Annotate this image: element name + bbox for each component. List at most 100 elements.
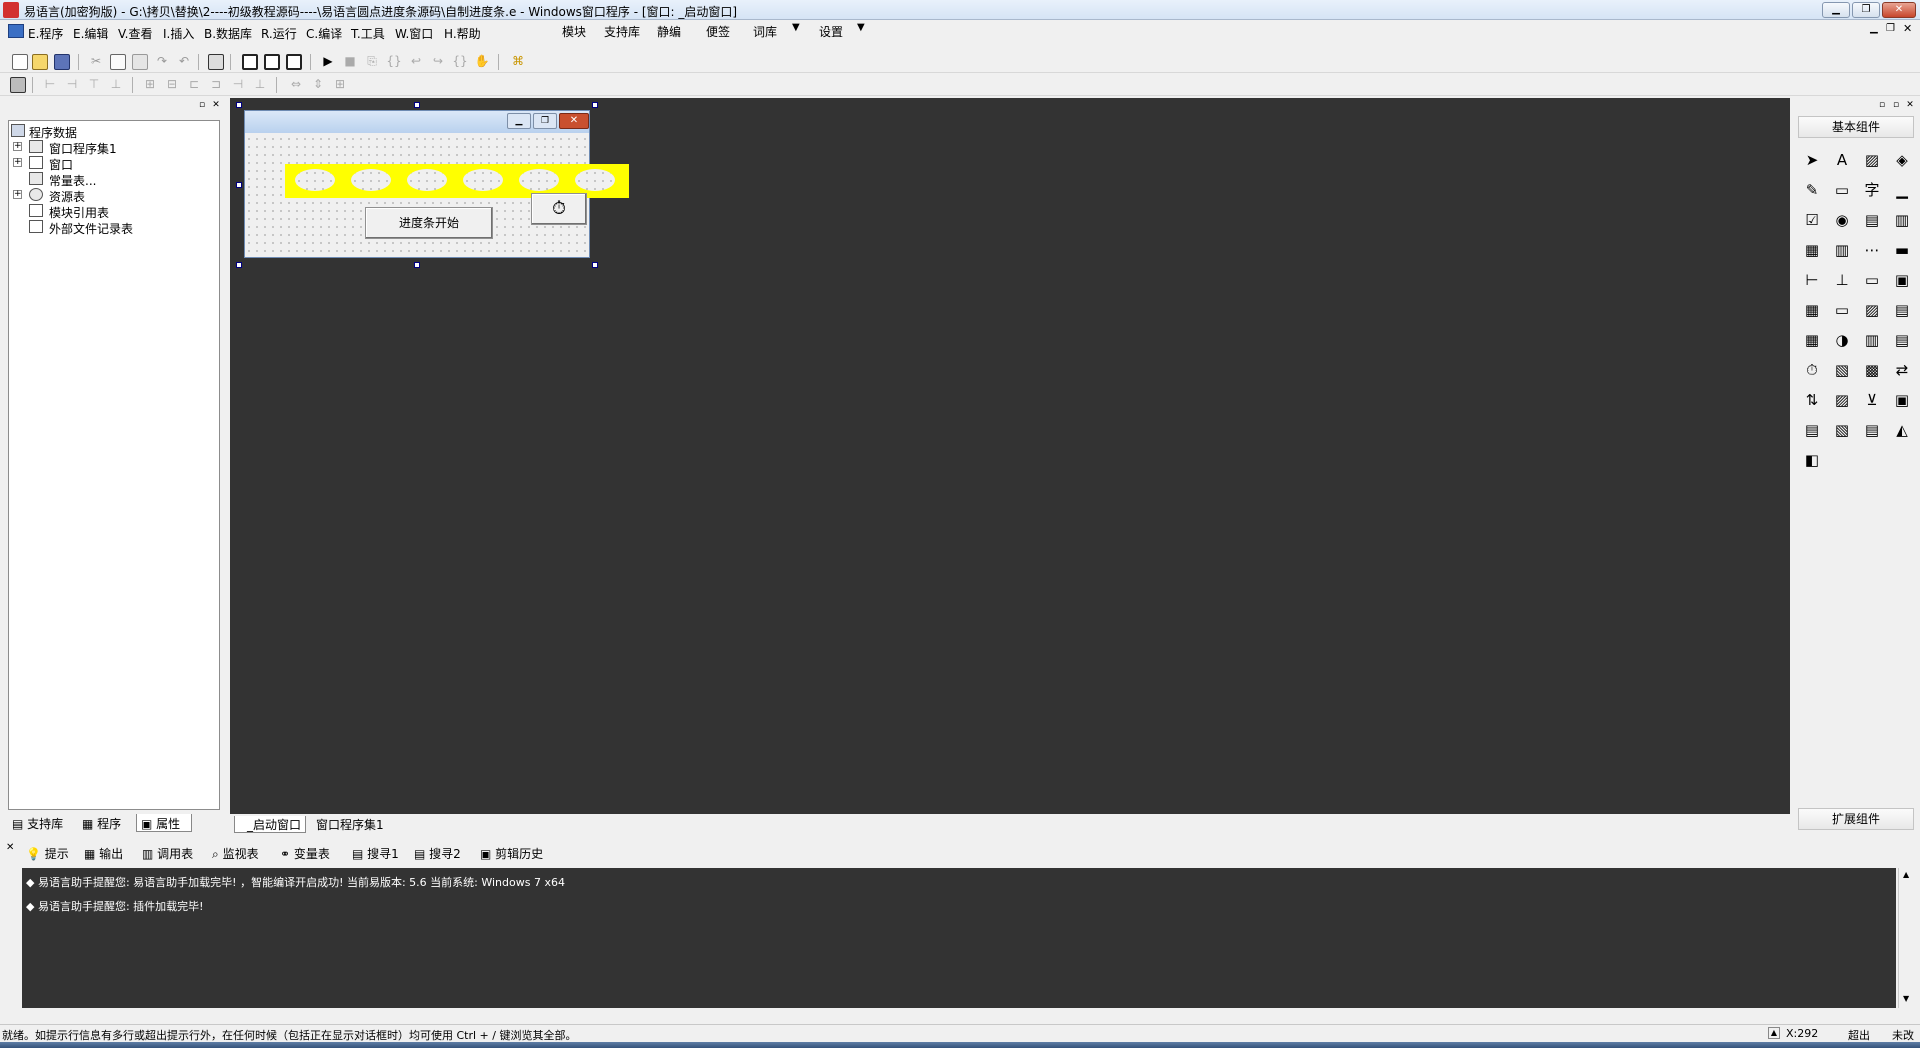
output-close-icon[interactable]: ✕ [6,842,14,853]
component-checkbox-icon[interactable]: ☑ [1800,208,1824,232]
step-icon[interactable]: ⎘ [364,54,380,70]
component-image-icon[interactable]: ▣ [1890,268,1914,292]
binoculars-icon[interactable]: ⌘ [510,54,526,70]
tree-item-external-files[interactable]: 外部文件记录表 [9,219,209,236]
component-line-icon[interactable]: ▁ [1890,178,1914,202]
menu-module[interactable]: 模块 [562,23,586,40]
find-icon[interactable] [208,54,224,70]
caret-up-icon[interactable]: ▲ [1768,1027,1780,1039]
grid-icon[interactable] [10,77,26,93]
step-into-icon[interactable]: {} [386,54,402,70]
tab-search2[interactable]: ▤ 搜寻2 [414,845,461,862]
menu-dictionary[interactable]: 词库 [753,23,777,40]
component-date-icon[interactable]: ▭ [1830,298,1854,322]
tree-item-resources[interactable]: + 资源表 [9,187,209,204]
same-height-icon[interactable]: ⊐ [208,77,224,93]
component-port-icon[interactable]: ⇅ [1800,388,1824,412]
tab-call-stack[interactable]: ▥ 调用表 [142,845,193,862]
align-bottom-icon[interactable]: ⊥ [108,77,124,93]
tab-program-set[interactable]: 窗口程序集1 [312,816,398,833]
design-form[interactable]: ✕ ❐ ▁ 进度条开始 ⏱ [244,110,629,258]
component-table-icon[interactable]: ▦ [1800,238,1824,262]
component-radio-icon[interactable]: ◉ [1830,208,1854,232]
tree-item-module-refs[interactable]: 模块引用表 [9,203,209,220]
component-trackbar-icon[interactable]: ⊢ [1800,268,1824,292]
size-both-icon[interactable]: ⊞ [332,77,348,93]
resize-handle[interactable] [236,182,242,188]
component-chart-icon[interactable]: ▤ [1860,418,1884,442]
new-file-icon[interactable] [12,54,28,70]
menu-view[interactable]: V.查看 [118,25,152,42]
size-w-icon[interactable]: ⇔ [288,77,304,93]
center-v-icon[interactable]: ⊟ [164,77,180,93]
space-v-icon[interactable]: ⊥ [252,77,268,93]
component-slider-icon[interactable]: ⋯ [1860,238,1884,262]
align-left-icon[interactable]: ⊢ [42,77,58,93]
component-dataset-icon[interactable]: ▩ [1860,358,1884,382]
component-editbox-icon[interactable]: ✎ [1800,178,1824,202]
panel-close-icon[interactable]: ✕ [1904,99,1916,111]
expand-icon[interactable]: + [13,158,22,167]
output-panel[interactable]: ◆ 易语言助手提醒您: 易语言助手加载完毕! ，智能编译开启成功! 当前易版本:… [22,868,1896,1008]
align-right-icon[interactable]: ⊣ [64,77,80,93]
open-folder-icon[interactable] [32,54,48,70]
layout2-icon[interactable] [264,54,280,70]
component-frame-icon[interactable]: ▭ [1830,178,1854,202]
run-icon[interactable]: ▶ [320,54,336,70]
expand-icon[interactable]: + [13,190,22,199]
chevron-down-icon[interactable]: ▼ [857,22,865,33]
panel-restore-icon[interactable]: ▫ [1890,99,1902,111]
component-file-icon[interactable]: ▤ [1890,298,1914,322]
component-combobox-icon[interactable]: ▥ [1890,208,1914,232]
basic-components-button[interactable]: 基本组件 [1798,116,1914,138]
expand-icon[interactable]: + [13,142,22,151]
extended-components-button[interactable]: 扩展组件 [1798,808,1914,830]
component-shape-icon[interactable]: ◈ [1890,148,1914,172]
tab-start-window[interactable]: _启动窗口 [234,816,306,833]
center-h-icon[interactable]: ⊞ [142,77,158,93]
menu-help[interactable]: H.帮助 [444,25,481,42]
component-scroll-icon[interactable]: ▥ [1830,238,1854,262]
resize-handle[interactable] [414,262,420,268]
component-calendar-icon[interactable]: ▦ [1800,298,1824,322]
menu-window[interactable]: W.窗口 [395,25,433,42]
resize-handle[interactable] [414,102,420,108]
tab-support-lib[interactable]: ▤ 支持库 [8,814,76,832]
component-timer-icon[interactable]: ⏱ [1800,358,1824,382]
component-spin-icon[interactable]: ⊥ [1830,268,1854,292]
resize-handle[interactable] [592,262,598,268]
menu-static-compile[interactable]: 静编 [657,23,681,40]
cut-icon[interactable]: ✂ [88,54,104,70]
component-progress-icon[interactable]: ▬ [1890,238,1914,262]
tree-root[interactable]: 程序数据 [9,123,209,140]
run-to-icon[interactable]: ↪ [430,54,446,70]
component-dir-icon[interactable]: ▨ [1860,298,1884,322]
paste-icon[interactable] [132,54,148,70]
component-label-icon[interactable]: A [1830,148,1854,172]
align-top-icon[interactable]: ⊤ [86,77,102,93]
component-socket-icon[interactable]: ▨ [1830,388,1854,412]
maximize-button[interactable]: ❐ [1852,2,1880,18]
component-listview-icon[interactable]: ▤ [1890,328,1914,352]
tree-item-program-set[interactable]: + 窗口程序集1 [9,139,209,156]
timer-icon[interactable]: ⏱ [531,193,587,225]
component-drive-icon[interactable]: ⊻ [1860,388,1884,412]
component-picture-icon[interactable]: ▨ [1860,148,1884,172]
undo-icon[interactable]: ↶ [176,54,192,70]
component-frame2-icon[interactable]: ▣ [1890,388,1914,412]
panel-restore-icon[interactable]: ▫ [196,99,208,111]
layout1-icon[interactable] [242,54,258,70]
space-h-icon[interactable]: ⊣ [230,77,246,93]
breakpoint-icon[interactable]: {} [452,54,468,70]
tab-program[interactable]: ▦ 程序 [78,814,136,832]
output-scrollbar[interactable]: ▲ ▼ [1898,868,1916,1008]
scroll-down-icon[interactable]: ▼ [1903,994,1909,1003]
menu-compile[interactable]: C.编译 [306,25,342,42]
menu-tools[interactable]: T.工具 [351,25,385,42]
mdi-minimize-icon[interactable]: ▁ [1870,23,1878,34]
resize-handle[interactable] [592,102,598,108]
hand-icon[interactable]: ✋ [474,54,490,70]
progress-start-button[interactable]: 进度条开始 [365,207,493,239]
save-icon[interactable] [54,54,70,70]
component-odbc-icon[interactable]: ▧ [1830,418,1854,442]
